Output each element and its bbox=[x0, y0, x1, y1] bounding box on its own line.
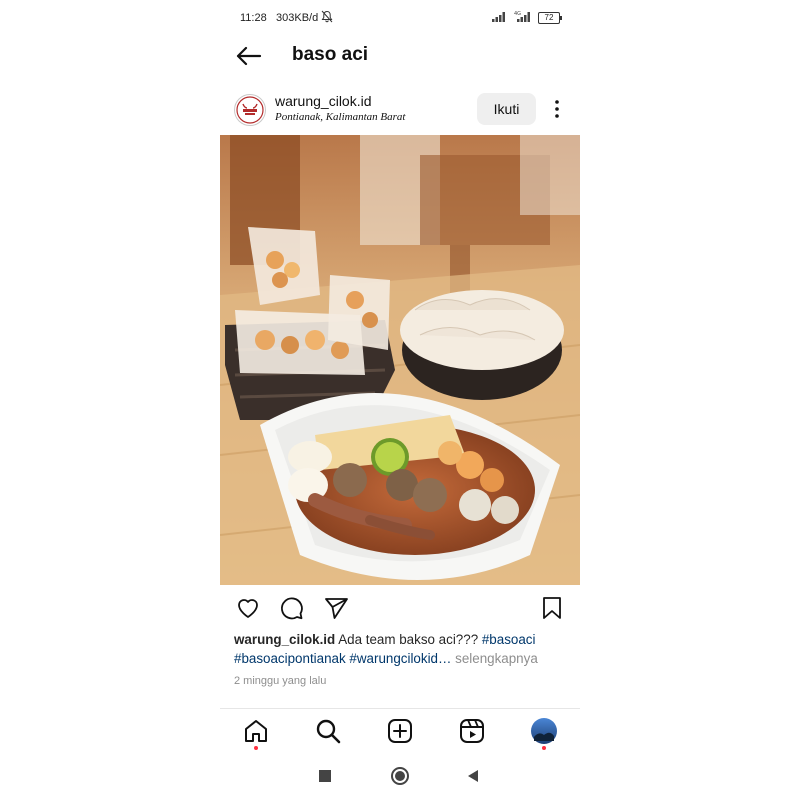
home-icon[interactable] bbox=[242, 717, 270, 745]
follow-button[interactable]: Ikuti bbox=[477, 93, 536, 125]
post-location[interactable]: Pontianak, Kalimantan Barat bbox=[275, 111, 405, 123]
bottom-navigation bbox=[220, 708, 580, 755]
search-icon[interactable] bbox=[314, 717, 342, 745]
post-actions bbox=[220, 594, 580, 622]
hashtag[interactable]: #warungcilokid… bbox=[349, 651, 451, 666]
warung-cilok-logo bbox=[236, 96, 264, 124]
account-avatar[interactable] bbox=[234, 94, 266, 126]
post-timestamp: 2 minggu yang lalu bbox=[234, 675, 327, 687]
caption-text: Ada team bakso aci??? bbox=[338, 632, 482, 647]
hashtag[interactable]: #basoaci bbox=[482, 632, 536, 647]
system-navigation bbox=[220, 756, 580, 796]
post-caption: warung_cilok.id Ada team bakso aci??? #b… bbox=[234, 630, 570, 668]
status-bar: 11:28 303KB/d 4G 72 bbox=[220, 6, 580, 30]
battery-indicator: 72 bbox=[538, 12, 562, 24]
heart-icon[interactable] bbox=[234, 594, 262, 622]
notification-dot bbox=[254, 746, 258, 750]
hashtag[interactable]: #basoacipontianak bbox=[234, 651, 346, 666]
status-net-speed: 303KB/d bbox=[276, 12, 319, 24]
post-header: warung_cilok.id Pontianak, Kalimantan Ba… bbox=[220, 88, 580, 132]
post-image[interactable] bbox=[220, 135, 580, 585]
caption-username[interactable]: warung_cilok.id bbox=[234, 632, 335, 647]
signal-4g-icon: 4G bbox=[514, 10, 534, 26]
page-title: baso aci bbox=[292, 44, 369, 65]
add-post-icon[interactable] bbox=[386, 717, 414, 745]
food-photo bbox=[220, 135, 580, 585]
top-header: baso aci bbox=[220, 36, 580, 76]
arrow-left-icon[interactable] bbox=[234, 44, 262, 68]
profile-avatar[interactable] bbox=[530, 717, 558, 745]
phone-screen: 11:28 303KB/d 4G 72 baso aci warung_cilo… bbox=[220, 0, 580, 800]
comment-icon[interactable] bbox=[278, 594, 306, 622]
post-username[interactable]: warung_cilok.id bbox=[275, 93, 372, 109]
bell-off-icon bbox=[321, 10, 333, 26]
signal-bars-icon bbox=[492, 12, 508, 25]
bookmark-icon[interactable] bbox=[538, 594, 566, 622]
send-icon[interactable] bbox=[322, 594, 350, 622]
status-time: 11:28 bbox=[240, 12, 267, 24]
home-circle-icon[interactable] bbox=[390, 766, 410, 791]
more-vertical-icon[interactable] bbox=[551, 98, 563, 120]
notification-dot bbox=[542, 746, 546, 750]
svg-text:4G: 4G bbox=[514, 11, 521, 17]
reels-icon[interactable] bbox=[458, 717, 486, 745]
back-triangle-icon[interactable] bbox=[466, 769, 480, 788]
recents-square-icon[interactable] bbox=[318, 769, 332, 788]
see-more-link[interactable]: selengkapnya bbox=[455, 651, 538, 666]
